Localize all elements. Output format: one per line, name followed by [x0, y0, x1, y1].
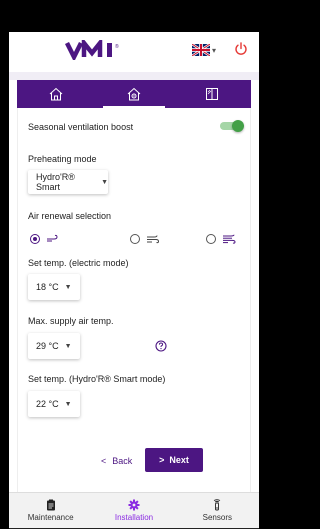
nav-installation-label: Installation	[114, 513, 154, 522]
chevron-down-icon: ▼	[64, 342, 72, 350]
svg-text:®: ®	[115, 43, 119, 50]
radio-medium[interactable]	[130, 234, 140, 244]
chevron-down-icon: ▼	[64, 283, 72, 291]
clipboard-icon	[46, 499, 55, 511]
set-temp-hydro-label: Set temp. (Hydro'R® Smart mode)	[28, 374, 166, 384]
app-screen: ® ▾ Seasonal ventilation boost Preheatin…	[9, 32, 259, 529]
boost-toggle[interactable]	[220, 120, 244, 132]
air-option-high[interactable]	[206, 234, 236, 244]
max-supply-label: Max. supply air temp.	[28, 316, 114, 326]
radio-high[interactable]	[206, 234, 216, 244]
gear-icon	[128, 499, 140, 511]
set-temp-electric-value: 18 °C	[36, 282, 59, 292]
preheat-label: Preheating mode	[28, 154, 97, 164]
back-label: Back	[112, 456, 133, 466]
nav-installation[interactable]: Installation	[92, 493, 175, 528]
tab-home[interactable]	[17, 80, 95, 108]
chevron-down-icon: ▼	[64, 400, 72, 408]
max-supply-value: 29 °C	[36, 341, 59, 351]
status-bar	[0, 0, 267, 32]
next-label: Next	[169, 455, 189, 465]
set-temp-electric-label: Set temp. (electric mode)	[28, 258, 129, 268]
home-outline-icon	[49, 87, 63, 101]
preheat-value: Hydro'R® Smart	[36, 172, 75, 192]
power-icon[interactable]	[233, 41, 249, 57]
settings-form: Seasonal ventilation boost Preheating mo…	[17, 108, 251, 498]
toggle-thumb	[232, 120, 244, 132]
tab-window[interactable]	[173, 80, 251, 108]
set-temp-electric-select[interactable]: 18 °C ▼	[28, 274, 80, 300]
chevron-down-icon: ▼	[101, 178, 108, 186]
window-panel-icon	[206, 88, 218, 100]
nav-maintenance[interactable]: Maintenance	[9, 493, 92, 528]
nav-maintenance-label: Maintenance	[27, 513, 74, 522]
air-renewal-options	[28, 231, 248, 247]
set-temp-hydro-value: 22 °C	[36, 399, 59, 409]
divider	[9, 72, 259, 80]
help-icon[interactable]	[155, 340, 167, 352]
fan-speed-high-icon	[223, 234, 236, 244]
chevron-down-icon: ▾	[212, 45, 217, 55]
nav-sensors[interactable]: Sensors	[176, 493, 259, 528]
bottom-navigation: Maintenance Installation Sensors	[9, 492, 259, 528]
radio-low[interactable]	[30, 234, 40, 244]
nav-sensors-label: Sensors	[202, 513, 232, 522]
preheat-select[interactable]: Hydro'R® Smart ▼	[28, 170, 108, 194]
max-supply-select[interactable]: 29 °C ▼	[28, 333, 80, 359]
chevron-left-icon: <	[101, 456, 107, 466]
air-option-medium[interactable]	[130, 234, 160, 244]
back-button[interactable]: < Back	[101, 452, 132, 470]
fan-speed-low-icon	[47, 234, 58, 242]
air-option-low[interactable]	[30, 234, 60, 244]
set-temp-hydro-select[interactable]: 22 °C ▼	[28, 391, 80, 417]
header: ® ▾	[9, 32, 259, 72]
boost-label: Seasonal ventilation boost	[28, 122, 134, 132]
vmi-logo: ®	[65, 40, 119, 60]
sensor-icon	[214, 499, 221, 511]
chevron-right-icon: >	[159, 455, 165, 465]
language-selector[interactable]: ▾	[192, 43, 224, 57]
fan-speed-medium-icon	[147, 235, 160, 244]
tab-installation-settings[interactable]	[95, 80, 173, 108]
home-settings-icon	[127, 87, 141, 101]
tab-bar	[17, 80, 251, 108]
next-button[interactable]: > Next	[145, 448, 203, 472]
air-renewal-label: Air renewal selection	[28, 211, 112, 221]
uk-flag-icon	[192, 44, 210, 56]
